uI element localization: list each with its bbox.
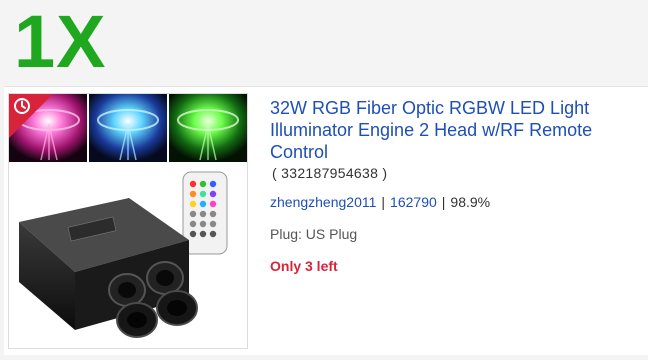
seller-name-link[interactable]: zhengzheng2011 [270,194,376,210]
plug-variant: Plug: US Plug [270,226,358,242]
separator: | [381,194,386,210]
seller-row: zhengzheng2011 | 162790 | 98.9% [270,194,490,210]
item-id: ( 332187954638 ) [272,165,388,181]
listing-title-link[interactable]: 32W RGB Fiber Optic RGBW LED Light Illum… [270,97,638,163]
feedback-percent: 98.9% [450,194,491,210]
listing-card: 32W RGB Fiber Optic RGBW LED Light Illum… [4,86,648,355]
separator: | [441,194,446,210]
product-thumbnail[interactable] [8,93,248,349]
feedback-score-link[interactable]: 162790 [390,194,437,210]
clock-icon [14,98,30,114]
quantity-badge: 1X [14,0,107,83]
stock-status: Only 3 left [270,258,338,274]
